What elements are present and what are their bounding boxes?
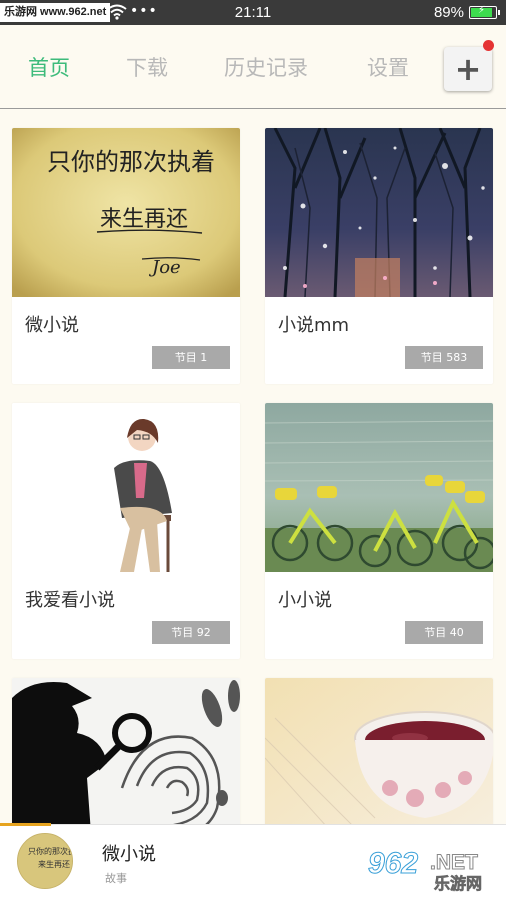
album-title: 小小说 (278, 590, 332, 611)
album-cover-snow-trees (265, 128, 493, 297)
album-card[interactable]: 我爱看小说 节目 92 (12, 403, 240, 659)
watermark-domain: .NET (430, 851, 479, 875)
watermark-logo: 962 .NET 乐游网 (367, 847, 502, 898)
album-cover-tea-cup (265, 678, 493, 828)
watermark-number: 962 (367, 847, 419, 880)
album-card[interactable]: 小小说 节目 40 (265, 403, 493, 659)
add-button[interactable]: + (444, 40, 494, 91)
tab-download[interactable]: 下载 (126, 54, 168, 82)
album-title: 我爱看小说 (25, 590, 115, 611)
album-card[interactable] (12, 678, 240, 828)
album-cover-bicycles (265, 403, 493, 572)
plus-icon: + (454, 50, 482, 88)
episode-count-badge: 节目 583 (405, 346, 483, 369)
tab-history[interactable]: 历史记录 (224, 54, 308, 82)
album-card[interactable]: 小说mm 节目 583 (265, 128, 493, 384)
album-cover-detective (12, 678, 240, 828)
album-title: 微小说 (25, 315, 79, 336)
tab-settings[interactable]: 设置 (367, 54, 409, 82)
battery-percent: 89% (433, 4, 464, 21)
svg-text:只你的那次执着: 只你的那次执着 (28, 846, 73, 856)
episode-count-badge: 节目 92 (152, 621, 230, 644)
tab-bar: 首页 下载 历史记录 设置 + (0, 25, 506, 109)
album-card[interactable]: 只你的那次执着 来生再还 Joe 微小说 节目 1 (12, 128, 240, 384)
episode-count-badge: 节目 40 (405, 621, 483, 644)
now-playing-title: 微小说 (102, 844, 156, 865)
watermark-brand: 乐游网 (434, 874, 483, 894)
svg-text:来生再还: 来生再还 (100, 207, 188, 232)
svg-text:只你的那次执着: 只你的那次执着 (47, 148, 215, 176)
album-title: 小说mm (278, 315, 350, 336)
notification-dot (483, 40, 494, 51)
now-playing-thumbnail: 只你的那次执着 来生再还 (17, 833, 73, 889)
album-cover-handwriting: 只你的那次执着 来生再还 Joe (12, 128, 240, 297)
episode-count-badge: 节目 1 (152, 346, 230, 369)
clock: 21:11 (234, 4, 272, 21)
battery-icon (469, 5, 500, 19)
album-cover-girl-illustration (12, 403, 240, 572)
svg-text:Joe: Joe (148, 257, 181, 278)
status-bar: 乐游网 www.962.net ••• 21:11 89% (0, 0, 506, 25)
svg-text:来生再还: 来生再还 (38, 859, 70, 869)
tab-home[interactable]: 首页 (28, 54, 70, 82)
playback-progress-bar (0, 823, 51, 826)
album-card[interactable] (265, 678, 493, 828)
now-playing-category: 故事 (105, 872, 127, 885)
